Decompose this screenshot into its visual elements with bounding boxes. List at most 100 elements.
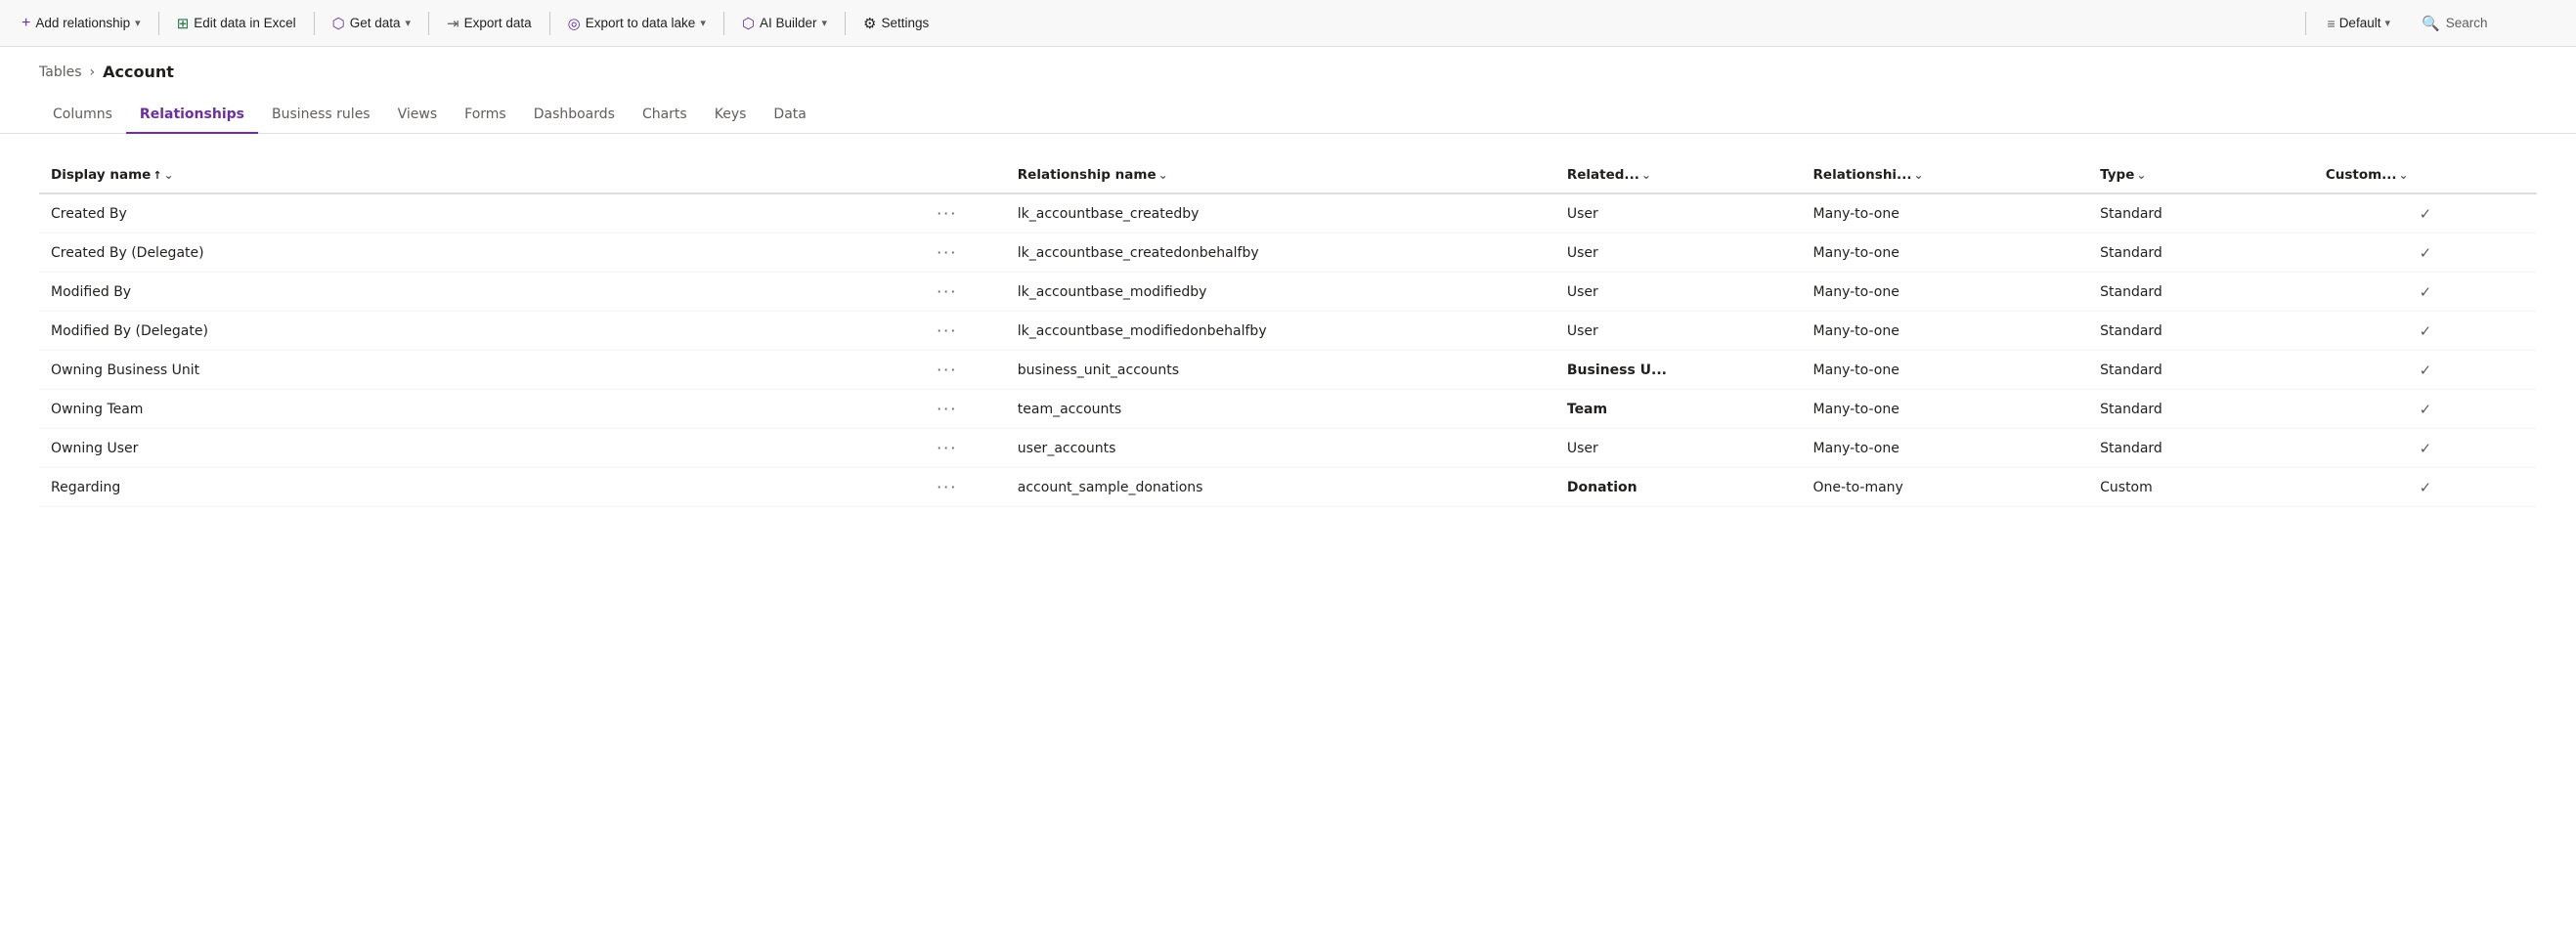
export-lake-button[interactable]: ◎ Export to data lake ▾: [558, 9, 716, 38]
custom-checkmark-7: ✓: [2420, 479, 2432, 496]
edit-excel-label: Edit data in Excel: [194, 16, 295, 30]
tab-relationships[interactable]: Relationships: [126, 97, 258, 134]
separator-2: [314, 12, 315, 35]
cell-type-4: Standard: [2088, 351, 2314, 390]
excel-icon: ⊞: [177, 15, 190, 32]
sort-type[interactable]: Type ⌄: [2100, 167, 2146, 183]
tab-data[interactable]: Data: [760, 97, 819, 134]
breadcrumb-parent[interactable]: Tables: [39, 64, 82, 80]
settings-button[interactable]: ⚙ Settings: [853, 9, 939, 38]
table-row: Created By ··· lk_accountbase_createdby …: [39, 193, 2537, 234]
cell-dots-0[interactable]: ···: [889, 193, 1006, 234]
sort-reltype[interactable]: Relationshi... ⌄: [1813, 167, 1924, 183]
sort-related[interactable]: Related... ⌄: [1567, 167, 1651, 183]
ai-builder-button[interactable]: ⬡ AI Builder ▾: [732, 9, 837, 38]
sort-rel-name[interactable]: Relationship name ⌄: [1018, 167, 1168, 183]
edit-excel-button[interactable]: ⊞ Edit data in Excel: [167, 9, 306, 38]
sort-related-chevron: ⌄: [1641, 168, 1651, 182]
cell-rel-name-1: lk_accountbase_createdonbehalfby: [1006, 234, 1555, 273]
cell-rel-name-5: team_accounts: [1006, 390, 1555, 429]
row-context-menu-5[interactable]: ···: [931, 398, 963, 420]
ai-builder-label: AI Builder: [760, 16, 817, 30]
cell-dots-2[interactable]: ···: [889, 273, 1006, 312]
tab-dashboards[interactable]: Dashboards: [520, 97, 629, 134]
separator-3: [428, 12, 429, 35]
get-data-button[interactable]: ⬡ Get data ▾: [323, 9, 420, 38]
default-label: Default: [2339, 16, 2381, 30]
cell-dots-3[interactable]: ···: [889, 312, 1006, 351]
row-context-menu-7[interactable]: ···: [931, 476, 963, 498]
cell-custom-2: ✓: [2314, 273, 2537, 312]
table-row: Modified By (Delegate) ··· lk_accountbas…: [39, 312, 2537, 351]
custom-checkmark-2: ✓: [2420, 283, 2432, 301]
cell-rel-name-2: lk_accountbase_modifiedby: [1006, 273, 1555, 312]
cell-display-name-4: Owning Business Unit: [39, 351, 889, 390]
get-data-label: Get data: [350, 16, 401, 30]
search-label: Search: [2446, 16, 2488, 30]
table-row: Owning Business Unit ··· business_unit_a…: [39, 351, 2537, 390]
tabs: Columns Relationships Business rules Vie…: [0, 85, 2576, 134]
table-container: Display name ↑ ⌄ Relationship name ⌄ Rel…: [0, 134, 2576, 531]
cell-custom-4: ✓: [2314, 351, 2537, 390]
cell-type-2: Standard: [2088, 273, 2314, 312]
cell-dots-5[interactable]: ···: [889, 390, 1006, 429]
cell-type-7: Custom: [2088, 468, 2314, 507]
table-row: Owning Team ··· team_accounts Team Many-…: [39, 390, 2537, 429]
ai-builder-dropdown-icon: ▾: [822, 17, 828, 29]
tab-columns[interactable]: Columns: [39, 97, 126, 134]
cell-rel-name-6: user_accounts: [1006, 429, 1555, 468]
row-context-menu-4[interactable]: ···: [931, 359, 963, 381]
export-data-button[interactable]: ⇥ Export data: [437, 9, 542, 38]
row-context-menu-6[interactable]: ···: [931, 437, 963, 459]
cell-rel-name-4: business_unit_accounts: [1006, 351, 1555, 390]
search-icon: 🔍: [2422, 15, 2440, 32]
tab-views[interactable]: Views: [384, 97, 452, 134]
separator-4: [549, 12, 550, 35]
tab-keys[interactable]: Keys: [701, 97, 761, 134]
sort-display-name[interactable]: Display name ↑ ⌄: [51, 167, 174, 183]
cell-rel-type-3: Many-to-one: [1802, 312, 2089, 351]
breadcrumb-current: Account: [103, 63, 174, 81]
cell-related-1: User: [1555, 234, 1802, 273]
cell-custom-0: ✓: [2314, 193, 2537, 234]
col-header-type: Type ⌄: [2088, 157, 2314, 193]
separator-6: [845, 12, 846, 35]
cell-display-name-6: Owning User: [39, 429, 889, 468]
tab-forms[interactable]: Forms: [451, 97, 520, 134]
cell-dots-7[interactable]: ···: [889, 468, 1006, 507]
row-context-menu-1[interactable]: ···: [931, 241, 963, 264]
row-context-menu-3[interactable]: ···: [931, 320, 963, 342]
cell-dots-4[interactable]: ···: [889, 351, 1006, 390]
tab-charts[interactable]: Charts: [629, 97, 701, 134]
custom-checkmark-6: ✓: [2420, 440, 2432, 457]
cell-rel-type-1: Many-to-one: [1802, 234, 2089, 273]
cell-rel-type-2: Many-to-one: [1802, 273, 2089, 312]
cell-custom-6: ✓: [2314, 429, 2537, 468]
col-header-dots: [889, 157, 1006, 193]
table-row: Owning User ··· user_accounts User Many-…: [39, 429, 2537, 468]
export-data-label: Export data: [464, 16, 532, 30]
add-relationship-button[interactable]: + Add relationship ▾: [12, 9, 151, 38]
row-context-menu-2[interactable]: ···: [931, 280, 963, 303]
sort-custom[interactable]: Custom... ⌄: [2326, 167, 2409, 183]
table-header: Display name ↑ ⌄ Relationship name ⌄ Rel…: [39, 157, 2537, 193]
cell-rel-name-7: account_sample_donations: [1006, 468, 1555, 507]
sort-asc-icon: ↑: [153, 169, 161, 182]
cell-display-name-3: Modified By (Delegate): [39, 312, 889, 351]
cell-related-4: Business U...: [1555, 351, 1802, 390]
cell-custom-7: ✓: [2314, 468, 2537, 507]
cell-dots-6[interactable]: ···: [889, 429, 1006, 468]
cell-dots-1[interactable]: ···: [889, 234, 1006, 273]
cell-display-name-0: Created By: [39, 193, 889, 234]
search-button[interactable]: 🔍 Search: [2408, 9, 2564, 38]
default-button[interactable]: ≡ Default ▾: [2318, 10, 2400, 37]
tab-business-rules[interactable]: Business rules: [258, 97, 384, 134]
toolbar: + Add relationship ▾ ⊞ Edit data in Exce…: [0, 0, 2576, 47]
cell-rel-type-7: One-to-many: [1802, 468, 2089, 507]
sort-relname-chevron: ⌄: [1158, 168, 1168, 182]
row-context-menu-0[interactable]: ···: [931, 202, 963, 225]
sort-display-chevron: ⌄: [164, 168, 174, 182]
add-relationship-label: Add relationship: [35, 16, 130, 30]
cell-custom-5: ✓: [2314, 390, 2537, 429]
custom-checkmark-1: ✓: [2420, 244, 2432, 262]
